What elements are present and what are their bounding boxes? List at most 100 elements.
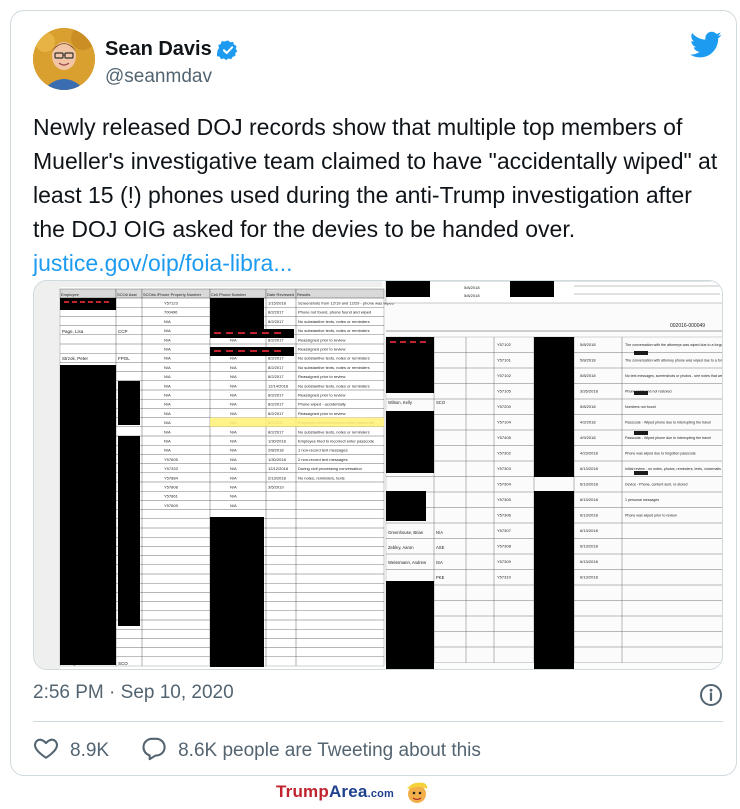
heart-icon [33,735,59,767]
redaction-mark [226,332,233,334]
right-employee-name: Weissmann, Andrew [388,560,427,565]
left-date: 8/2/2017 [268,337,284,342]
tweet-text: Newly released DOJ records show that mul… [33,110,723,280]
left-date: 8/2/2017 [268,402,284,407]
right-result-text: No text messages, screenshots or photos … [625,374,723,378]
redaction-mark [238,350,245,352]
left-phone-value: N/A [230,356,237,361]
left-date: 8/2/2017 [268,356,284,361]
info-circle-icon[interactable] [699,683,723,707]
left-property-number: N/A [164,411,171,416]
right-date: 5/8/2018 [580,373,596,378]
redaction-mark [64,301,69,303]
redaction-block [118,381,140,425]
left-header-label: Date Reviewed [267,292,294,297]
speech-bubble-icon [141,735,167,767]
right-id: Y57309 [497,559,512,564]
left-date: 12/12/2018 [268,466,289,471]
right-id: Y57308 [497,544,512,549]
left-phone-value: N/A [230,393,237,398]
left-date: 8/2/2017 [268,365,284,370]
twitter-bird-icon[interactable] [690,31,722,59]
watermark-brand-part1: Trump [276,782,329,801]
left-date: 1/30/2018 [268,439,287,444]
reply-discussion-button[interactable]: 8.6K people are Tweeting about this [141,735,481,767]
author-handle[interactable]: @seanmdav [105,66,212,88]
redaction-block [210,517,264,667]
like-count: 8.9K [70,740,110,761]
left-date: 8/2/2017 [268,411,284,416]
right-code: PKE [436,575,445,580]
left-phone-value: N/A [230,365,237,370]
right-employee-name: Greenhouse, Brian [388,530,424,535]
left-phone-value: N/A [230,374,237,379]
left-phone-value: N/A [230,466,237,471]
left-result-text: No substantive texts, notes or reminders [298,319,370,324]
author-name[interactable]: Sean Davis [105,38,239,61]
right-top-table [385,281,722,304]
left-result-text: Reassigned prior to review [298,347,345,352]
right-employee-name: Zebley, Aaron [388,545,414,550]
redaction-block [386,281,430,297]
right-id: Y57302 [497,451,512,456]
left-property-number: N/A [164,448,171,453]
watermark-brand: TrumpArea.com [276,782,394,802]
left-date: 8/2/2017 [268,319,284,324]
trump-mascot-icon [404,780,430,804]
like-button[interactable]: 8.9K [33,735,109,767]
left-property-number: N/A [164,347,171,352]
redaction-block [60,365,116,665]
right-result-text: 1 personal messages [625,498,659,502]
redaction-mark [634,391,648,395]
tweet-link[interactable]: justice.gov/oip/foia-libra... [33,250,293,276]
redaction-block [386,337,434,393]
left-date: 1/30/2018 [268,457,287,462]
left-date: 8/2/2017 [268,374,284,379]
left-property-number: N/A [164,337,171,342]
left-header-label: Results [297,292,310,297]
right-id: Y57200 [497,404,512,409]
watermark[interactable]: TrumpArea.com [276,780,430,804]
author-name-text[interactable]: Sean Davis [105,38,212,61]
right-page-id: 002016-000049 [670,323,705,329]
watermark-brand-suffix: .com [367,788,395,800]
redaction-mark [390,341,396,343]
right-date: 5/8/2018 [580,404,596,409]
redaction-mark [274,332,281,334]
left-employee-name: Page, Lisa [62,329,84,334]
right-result-text: Phone was wiped due to forgotten passcod… [625,452,696,456]
tweet-media-image[interactable]: Employee SCO# Asst SCO#s iPhone Property N… [33,280,723,670]
right-date: 6/13/2018 [580,528,599,533]
left-date: 1/15/2018 [268,301,287,306]
left-result-text: During civil processing conversation [298,466,362,471]
right-date: 4/23/2018 [580,451,599,456]
left-property-number: N/A [164,328,171,333]
left-result-text: Phone not found, phone found and wiped [298,310,371,315]
right-result-text: Numbers not found [625,405,656,409]
redaction-mark [80,301,85,303]
left-asst-code: SCO [118,661,128,666]
right-result-text: Phone reset and not restored [625,390,672,394]
right-result-text: Phone was wiped prior to review [625,514,677,518]
left-property-number: N/A [164,374,171,379]
right-top-date: 5/8/2018 [464,293,480,298]
left-result-text: No notes, reminders, texts [298,475,345,480]
right-result-text: Initial review - no notes, photos, remin… [625,467,721,471]
tweet-timestamp[interactable]: 2:56 PM · Sep 10, 2020 [33,682,234,704]
redaction-mark [72,301,77,303]
left-phone-value: N/A [230,503,237,508]
right-date: 6/13/2018 [580,575,599,580]
left-phone-value: N/A [230,485,237,490]
right-code: SCO [436,400,446,405]
redaction-block [118,436,140,626]
left-result-text: No substantive texts, notes or reminders [298,383,370,388]
right-code: ISA [436,560,443,565]
right-date: 6/13/2018 [580,482,599,487]
tweet-body: Newly released DOJ records show that mul… [33,114,718,242]
redaction-mark [226,350,233,352]
redaction-mark [262,332,269,334]
redaction-mark [262,350,269,352]
redaction-block [60,298,116,310]
left-property-number: N/A [164,439,171,444]
avatar[interactable] [33,28,95,90]
